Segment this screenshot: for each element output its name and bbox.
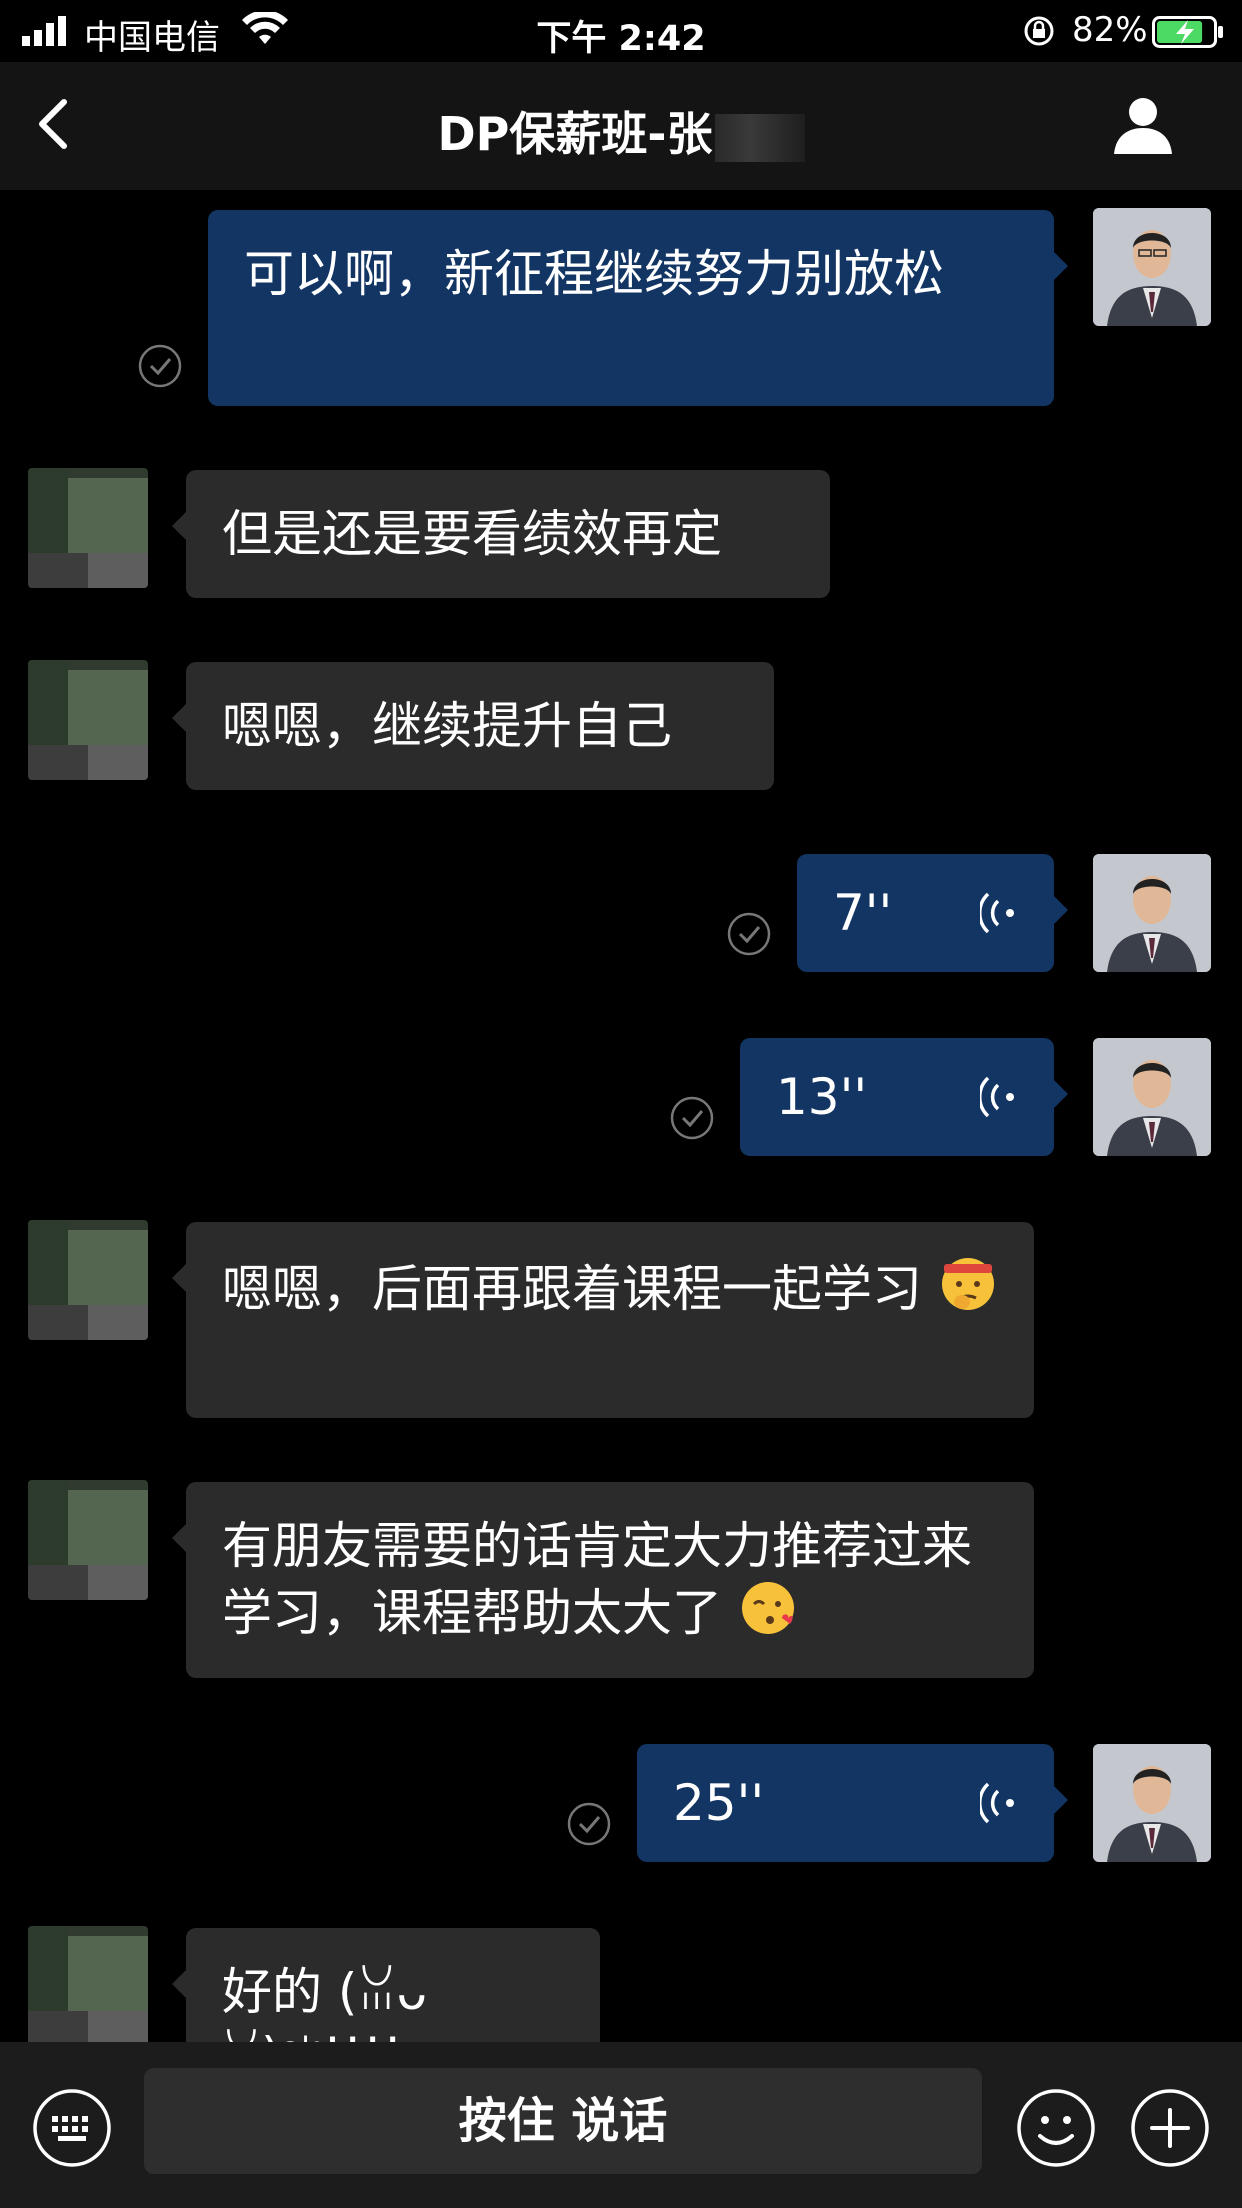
message-text: 但是还是要看绩效再定 (222, 505, 722, 563)
voice-message-bubble[interactable]: 25'' (637, 1744, 1068, 1862)
plus-icon[interactable] (1130, 2088, 1210, 2168)
read-check-icon (567, 1802, 611, 1846)
status-bar: 中国电信 下午 2:42 82% (0, 0, 1242, 62)
message-bubble-received[interactable]: 但是还是要看绩效再定 (172, 470, 830, 598)
person-photo-icon (1093, 208, 1211, 326)
contact-avatar[interactable] (28, 1480, 148, 1600)
voice-duration: 25'' (673, 1774, 765, 1832)
person-photo-icon (1093, 1038, 1211, 1156)
message-list[interactable]: 可以啊，新征程继续努力别放松 但是还是要看绩效再定 嗯嗯，继续提升自己 7'' (0, 190, 1242, 2085)
message-bubble-received[interactable]: 嗯嗯，继续提升自己 (172, 662, 774, 790)
chat-title-text: DP保薪班-张 (437, 107, 713, 161)
message-text: 可以啊，新征程继续努力别放松 (244, 245, 944, 303)
message-text: 嗯嗯，后面再跟着课程一起学习 (222, 1260, 922, 1318)
chat-header: DP保薪班-张 (0, 62, 1242, 190)
contact-avatar[interactable] (28, 660, 148, 780)
message-bubble-sent[interactable]: 可以啊，新征程继续努力别放松 (208, 210, 1068, 406)
chat-title: DP保薪班-张 (0, 98, 1242, 164)
hold-to-talk-button[interactable]: 按住 说话 (144, 2068, 982, 2174)
rotation-lock-icon (1024, 16, 1054, 46)
contact-avatar[interactable] (28, 1926, 148, 2046)
voice-wave-icon (980, 1782, 1014, 1824)
battery-percent: 82% (1072, 10, 1148, 50)
battery-charging-icon (1152, 16, 1223, 48)
voice-duration: 13'' (776, 1068, 868, 1126)
my-avatar[interactable] (1093, 854, 1211, 972)
person-photo-icon (1093, 854, 1211, 972)
voice-duration: 7'' (833, 884, 893, 942)
voice-wave-icon (980, 892, 1014, 934)
read-check-icon (138, 344, 182, 388)
read-check-icon (670, 1096, 714, 1140)
message-bubble-received[interactable]: 好的 (ꈍᴗꈍ)ᵒᵏ!!!! (172, 1928, 600, 2085)
message-text: 有朋友需要的话肯定大力推荐过来学习，课程帮助太大了 (222, 1517, 972, 1642)
message-bubble-received[interactable]: 嗯嗯，后面再跟着课程一起学习 (172, 1222, 1034, 1418)
contact-avatar[interactable] (28, 468, 148, 588)
person-icon[interactable] (1110, 92, 1176, 158)
contact-avatar[interactable] (28, 1220, 148, 1340)
message-text: 嗯嗯，继续提升自己 (222, 697, 672, 755)
voice-message-bubble[interactable]: 13'' (740, 1038, 1068, 1156)
redacted-name (714, 113, 805, 162)
keyboard-icon[interactable] (32, 2088, 112, 2168)
smiley-icon[interactable] (1016, 2088, 1096, 2168)
person-photo-icon (1093, 1744, 1211, 1862)
voice-message-bubble[interactable]: 7'' (797, 854, 1068, 972)
kissing-face-emoji (741, 1582, 794, 1634)
message-bubble-received[interactable]: 有朋友需要的话肯定大力推荐过来学习，课程帮助太大了 (172, 1482, 1034, 1678)
my-avatar[interactable] (1093, 1744, 1211, 1862)
voice-wave-icon (980, 1076, 1014, 1118)
determined-face-emoji (941, 1258, 994, 1310)
my-avatar[interactable] (1093, 1038, 1211, 1156)
input-bar: 按住 说话 (0, 2042, 1242, 2208)
read-check-icon (727, 912, 771, 956)
my-avatar[interactable] (1093, 208, 1211, 326)
